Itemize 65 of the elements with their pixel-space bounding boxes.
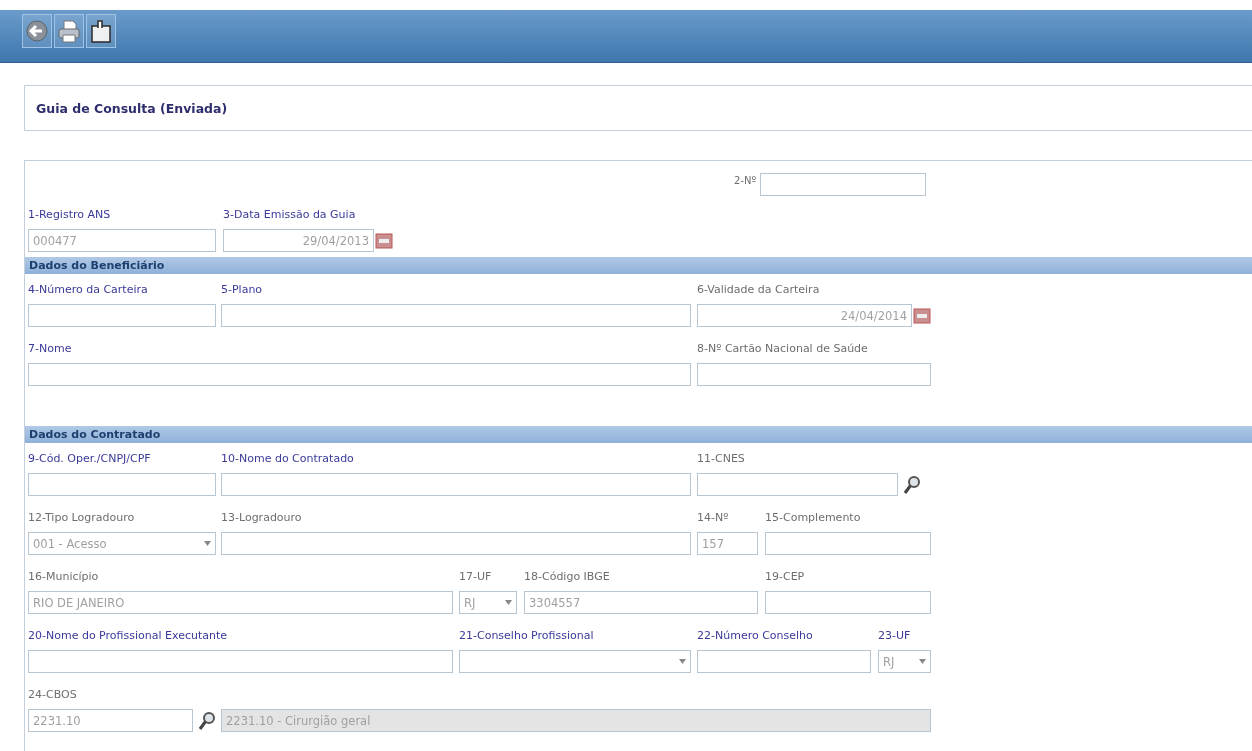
dropdown-value: 001 - Acesso: [33, 536, 107, 551]
dropdown[interactable]: [459, 650, 691, 673]
text-field[interactable]: RIO DE JANEIRO: [28, 591, 453, 614]
field-label: 18-Código IBGE: [524, 569, 610, 585]
text-field[interactable]: 000477: [28, 229, 216, 252]
field-label: 2-Nº: [734, 174, 757, 188]
search-icon[interactable]: [903, 474, 921, 495]
text-field[interactable]: [221, 532, 691, 555]
field-label: 6-Validade da Carteira: [697, 282, 820, 298]
field-label: 13-Logradouro: [221, 510, 302, 526]
date-field[interactable]: 24/04/2014: [697, 304, 912, 327]
field-label: 5-Plano: [221, 282, 263, 298]
text-field[interactable]: [765, 532, 931, 555]
text-field[interactable]: [697, 650, 871, 673]
text-field[interactable]: [221, 473, 691, 496]
field-label: 12-Tipo Logradouro: [28, 510, 135, 526]
section-header: Dados do Contratado: [25, 426, 1252, 443]
text-field[interactable]: 3304557: [524, 591, 758, 614]
text-field[interactable]: [28, 363, 691, 386]
text-field[interactable]: 2231.10: [28, 709, 193, 732]
field-label: 24-CBOS: [28, 687, 77, 703]
field-label: 7-Nome: [28, 341, 72, 357]
calendar-icon[interactable]: [913, 307, 931, 324]
field-label: 23-UF: [878, 628, 911, 644]
dropdown-value: RJ: [464, 595, 476, 610]
caret-icon: [679, 659, 686, 664]
caret-icon: [919, 659, 926, 664]
caret-icon: [204, 541, 211, 546]
field-label: 11-CNES: [697, 451, 745, 467]
document-icon[interactable]: [89, 18, 113, 44]
field-label: 20-Nome do Profissional Executante: [28, 628, 228, 644]
field-label: 4-Número da Carteira: [28, 282, 148, 298]
field-label: 14-Nº: [697, 510, 729, 526]
date-field[interactable]: 29/04/2013: [223, 229, 374, 252]
field-label: 19-CEP: [765, 569, 805, 585]
dropdown[interactable]: 001 - Acesso: [28, 532, 216, 555]
field-label: 8-Nº Cartão Nacional de Saúde: [697, 341, 868, 357]
dropdown[interactable]: RJ: [459, 591, 517, 614]
search-icon[interactable]: [198, 710, 216, 731]
text-field[interactable]: [765, 591, 931, 614]
printer-icon[interactable]: [57, 18, 81, 44]
dropdown-value: RJ: [883, 654, 895, 669]
section-header: Dados do Beneficiário: [25, 257, 1252, 274]
calendar-icon[interactable]: [375, 232, 393, 249]
caret-icon: [505, 600, 512, 605]
field-label: 21-Conselho Profissional: [459, 628, 594, 644]
text-field[interactable]: [28, 650, 453, 673]
back-icon[interactable]: [25, 18, 49, 44]
text-field[interactable]: [697, 473, 898, 496]
page-title: Guia de Consulta (Enviada): [36, 100, 228, 116]
text-field[interactable]: [221, 304, 691, 327]
field-label: 3-Data Emissão da Guia: [223, 207, 356, 223]
text-field[interactable]: 157: [697, 532, 758, 555]
text-field[interactable]: [28, 473, 216, 496]
field-label: 9-Cód. Oper./CNPJ/CPF: [28, 451, 151, 467]
text-field[interactable]: [760, 173, 927, 196]
field-label: 22-Número Conselho: [697, 628, 813, 644]
field-label: 15-Complemento: [765, 510, 861, 526]
field-label: 17-UF: [459, 569, 492, 585]
text-field[interactable]: [28, 304, 216, 327]
text-field[interactable]: [697, 363, 931, 386]
field-label: 16-Município: [28, 569, 99, 585]
field-label: 1-Registro ANS: [28, 207, 111, 223]
dropdown[interactable]: RJ: [878, 650, 931, 673]
field-label: 10-Nome do Contratado: [221, 451, 354, 467]
